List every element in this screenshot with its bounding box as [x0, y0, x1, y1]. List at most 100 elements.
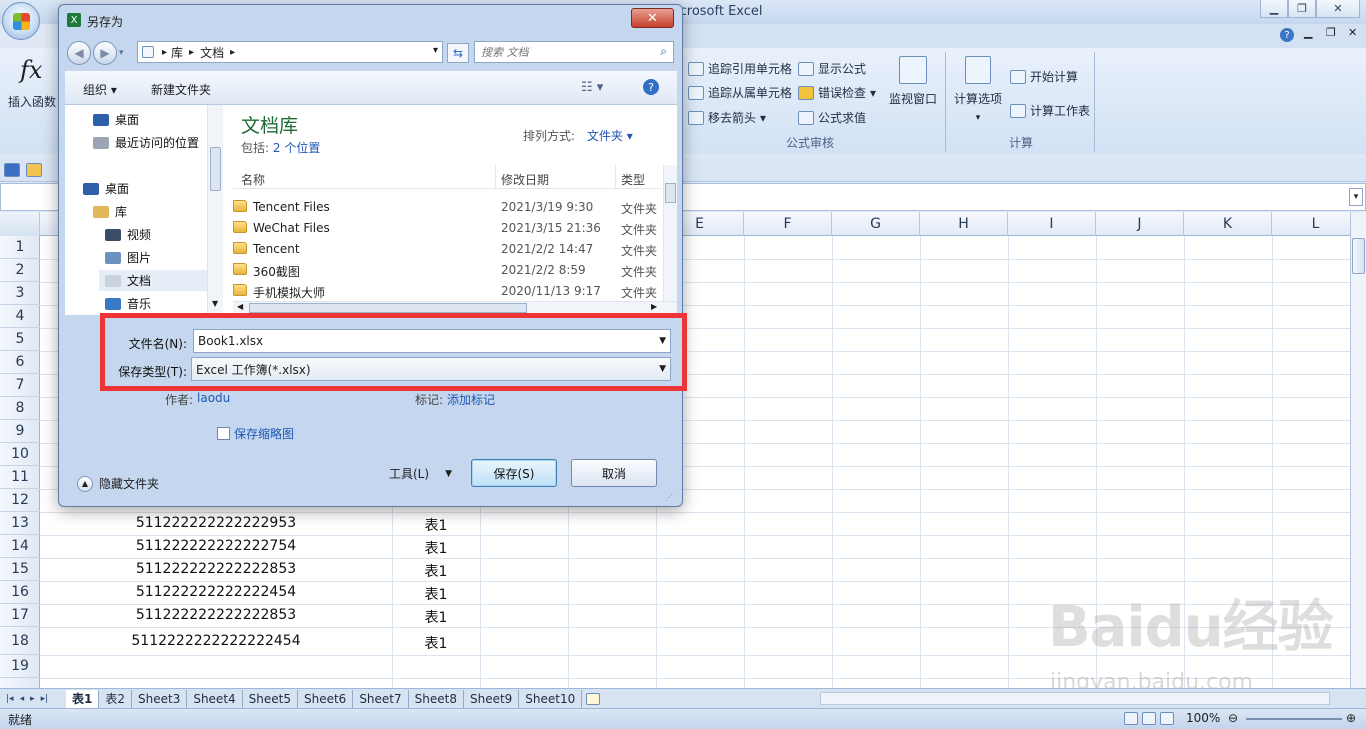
select-all-corner[interactable] — [0, 212, 40, 236]
row-header-cell[interactable]: 5 — [0, 328, 40, 351]
collapse-arrow-icon[interactable]: ▲ — [77, 475, 93, 492]
cell-table-value[interactable]: 表1 — [392, 584, 480, 604]
sheet-tab[interactable]: Sheet7 — [353, 689, 409, 708]
sheet-tab[interactable]: Sheet4 — [187, 689, 243, 708]
maximize-button[interactable]: ❐ — [1288, 0, 1316, 18]
calc-options-button[interactable]: 计算选项 ▾ — [950, 56, 1006, 126]
sheet-tab[interactable]: 表1 — [66, 689, 100, 708]
column-header-cell[interactable]: I — [1008, 212, 1096, 236]
tools-menu[interactable]: 工具(L) ▼ — [389, 465, 452, 482]
row-header-cell[interactable]: 16 — [0, 581, 40, 604]
cancel-button[interactable]: 取消 — [571, 459, 657, 487]
cell-table-value[interactable]: 表1 — [392, 633, 480, 653]
page-layout-view-icon[interactable] — [1142, 712, 1156, 725]
address-bar[interactable]: ▸ 库 ▸ 文档 ▸ ▾ — [137, 41, 443, 63]
ribbon-restore-icon[interactable]: ❐ — [1326, 26, 1336, 39]
nav-item[interactable]: 库 — [87, 201, 207, 222]
row-header-cell[interactable]: 17 — [0, 604, 40, 627]
author-value[interactable]: laodu — [197, 391, 230, 405]
sheet-tab[interactable]: Sheet3 — [132, 689, 188, 708]
tags-value[interactable]: 添加标记 — [447, 391, 495, 408]
row-header-cell[interactable]: 13 — [0, 512, 40, 535]
row-header-cell[interactable]: 18 — [0, 627, 40, 655]
sheet-tab[interactable]: Sheet5 — [243, 689, 298, 708]
zoom-out-icon[interactable]: ⊖ — [1228, 711, 1238, 725]
file-row[interactable]: WeChat Files 2021/3/15 21:36 文件夹 — [233, 218, 663, 239]
sheet-tab[interactable]: Sheet10 — [519, 689, 583, 708]
search-box[interactable]: ⌕ — [474, 41, 674, 63]
insert-function-button[interactable]: 插入函数 — [8, 93, 56, 110]
file-scroll-thumb[interactable] — [665, 183, 676, 203]
hide-folders-toggle[interactable]: ▲ 隐藏文件夹 — [77, 475, 159, 492]
nav-item[interactable]: 文档 — [99, 270, 207, 291]
calculate-sheet-button[interactable]: 计算工作表 — [1010, 102, 1090, 119]
row-header-cell[interactable]: 10 — [0, 443, 40, 466]
file-hscroll-thumb[interactable] — [249, 303, 527, 313]
watch-window-button[interactable]: 监视窗口 — [886, 56, 940, 126]
error-checking-button[interactable]: 错误检查 ▾ — [798, 84, 876, 101]
dialog-close-button[interactable]: ✕ — [631, 8, 674, 28]
nav-scroll-thumb[interactable] — [210, 147, 221, 191]
recent-pages-chevron-icon[interactable]: ▾ — [119, 48, 124, 58]
calculate-now-button[interactable]: 开始计算 — [1010, 68, 1078, 85]
search-input[interactable] — [475, 45, 645, 59]
column-header-cell[interactable]: K — [1184, 212, 1272, 236]
trace-precedents-button[interactable]: 追踪引用单元格 — [688, 60, 792, 77]
column-name[interactable]: 名称 — [241, 171, 265, 188]
cell-id-value[interactable]: 5112222222222222454 — [40, 633, 392, 649]
breadcrumb-library[interactable]: 库 — [171, 44, 183, 61]
next-sheet-icon[interactable]: ▸ — [30, 694, 35, 704]
cell-id-value[interactable]: 511222222222222754 — [40, 538, 392, 554]
row-header-cell[interactable]: 9 — [0, 420, 40, 443]
tools-label[interactable]: 工具(L) — [389, 465, 429, 482]
column-type[interactable]: 类型 — [621, 171, 645, 188]
row-header-cell[interactable]: 12 — [0, 489, 40, 512]
sheet-tab[interactable]: Sheet9 — [464, 689, 520, 708]
office-button[interactable] — [2, 2, 40, 40]
cell-id-value[interactable]: 511222222222222953 — [40, 515, 392, 531]
cell-id-value[interactable]: 511222222222222853 — [40, 561, 392, 577]
cell-id-value[interactable]: 511222222222222853 — [40, 607, 392, 623]
nav-item[interactable]: 桌面 — [77, 178, 207, 199]
ribbon-close-icon[interactable]: ✕ — [1348, 26, 1357, 39]
refresh-icon[interactable]: ⇆ — [447, 43, 469, 63]
file-row[interactable]: 手机模拟大师 2020/11/13 9:17 文件夹 — [233, 281, 663, 301]
minimize-button[interactable]: ▁ — [1260, 0, 1288, 18]
last-sheet-icon[interactable]: ▸| — [41, 694, 49, 704]
row-header-cell[interactable]: 2 — [0, 259, 40, 282]
chevron-down-icon[interactable]: ▼ — [445, 469, 452, 479]
help-icon[interactable]: ? — [643, 79, 659, 95]
scroll-thumb[interactable] — [1352, 238, 1365, 274]
column-header-cell[interactable]: F — [744, 212, 832, 236]
sheet-tab[interactable]: Sheet8 — [409, 689, 464, 708]
row-header-cell[interactable]: 14 — [0, 535, 40, 558]
library-locations-link[interactable]: 2 个位置 — [273, 141, 320, 155]
nav-item[interactable]: 图片 — [99, 247, 207, 268]
row-header-cell[interactable]: 8 — [0, 397, 40, 420]
zoom-in-icon[interactable]: ⊕ — [1346, 711, 1356, 725]
column-header-cell[interactable]: H — [920, 212, 1008, 236]
cell-table-value[interactable]: 表1 — [392, 515, 480, 535]
save-icon[interactable] — [4, 163, 20, 177]
zoom-level[interactable]: 100% — [1186, 711, 1220, 725]
cell-id-value[interactable]: 511222222222222454 — [40, 584, 392, 600]
cell-table-value[interactable]: 表1 — [392, 607, 480, 627]
arrange-by-dropdown[interactable]: 文件夹 ▾ — [587, 129, 633, 143]
horizontal-scrollbar[interactable] — [820, 692, 1330, 705]
row-header-cell[interactable]: 3 — [0, 282, 40, 305]
search-icon[interactable]: ⌕ — [660, 44, 667, 59]
column-header-cell[interactable]: G — [832, 212, 920, 236]
new-folder-button[interactable]: 新建文件夹 — [151, 81, 211, 98]
column-header-cell[interactable]: L — [1272, 212, 1360, 236]
help-icon[interactable]: ? — [1280, 28, 1294, 42]
remove-arrows-button[interactable]: 移去箭头 ▾ — [688, 109, 766, 126]
view-options-icon[interactable]: ☷ ▾ — [581, 80, 603, 95]
trace-dependents-button[interactable]: 追踪从属单元格 — [688, 84, 792, 101]
normal-view-icon[interactable] — [1124, 712, 1138, 725]
scroll-left-icon[interactable]: ◀ — [237, 302, 243, 311]
expand-formula-bar-icon[interactable]: ▾ — [1349, 188, 1363, 206]
nav-scrollbar[interactable]: ▼ — [207, 105, 223, 315]
open-folder-icon[interactable] — [26, 163, 42, 177]
row-header-cell[interactable]: 6 — [0, 351, 40, 374]
address-dropdown-icon[interactable]: ▾ — [433, 45, 438, 56]
